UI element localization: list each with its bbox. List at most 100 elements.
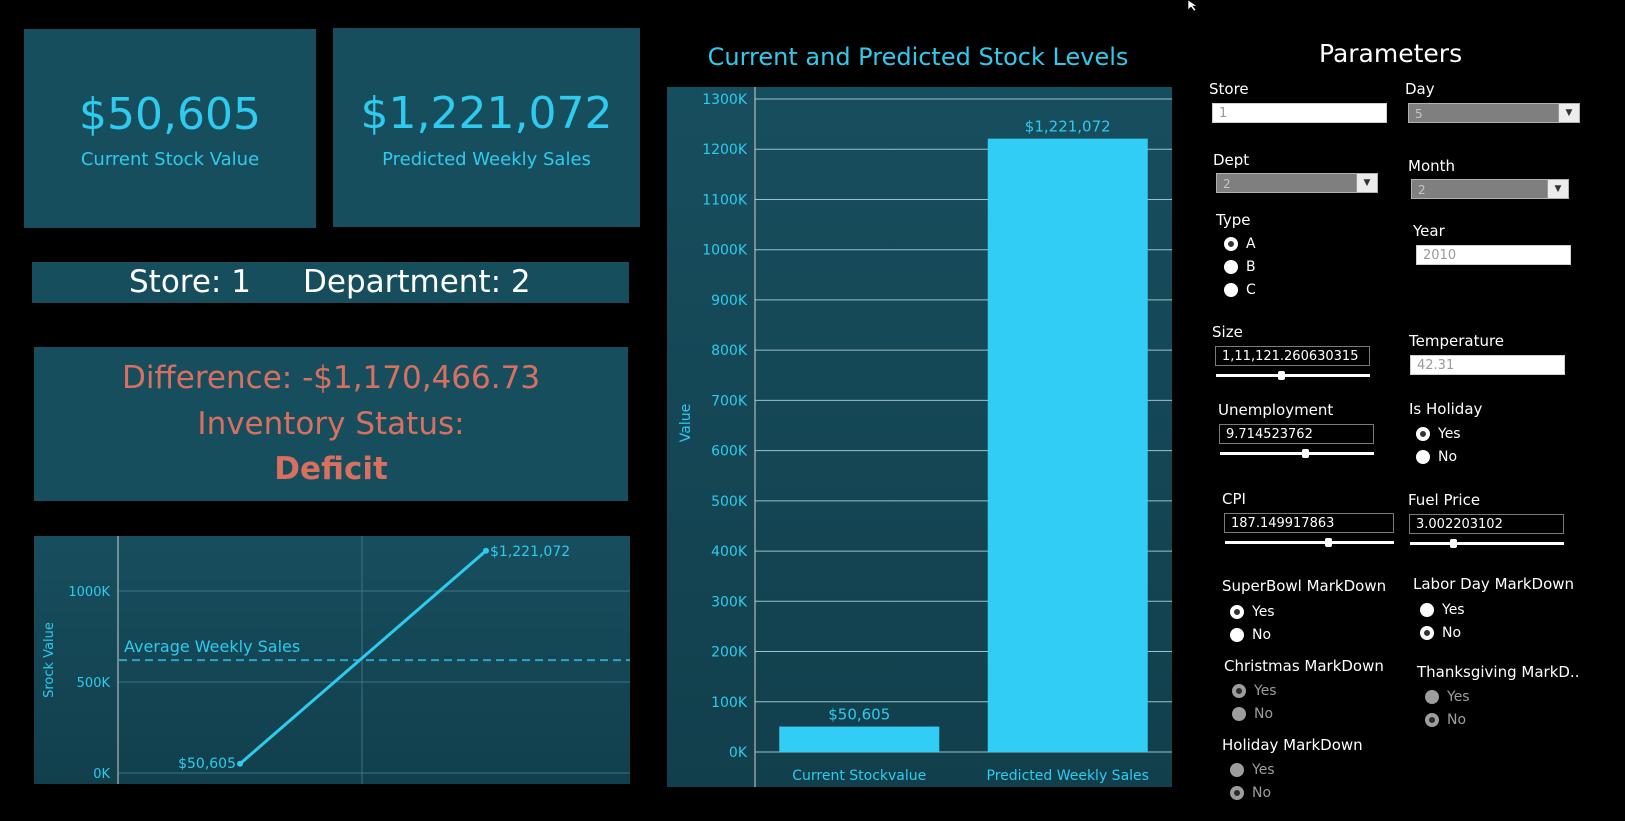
holiday-no-label: No: [1252, 785, 1272, 801]
size-slider[interactable]: [1216, 371, 1370, 380]
type-a-radio[interactable]: [1224, 237, 1238, 251]
bar-chart-title: Current and Predicted Stock Levels: [707, 43, 1129, 71]
cpi-param-label: CPI: [1222, 490, 1246, 508]
y-tick-label: 100K: [711, 695, 748, 711]
y-tick-label: 0K: [93, 767, 110, 782]
thanksgiving-label: Thanksgiving MarkD..: [1417, 663, 1580, 681]
current-stock-value: $50,605: [79, 89, 261, 140]
size-slider-handle[interactable]: [1277, 371, 1285, 380]
unemployment-param-label: Unemployment: [1218, 401, 1334, 419]
unemployment-slider[interactable]: [1220, 449, 1374, 458]
holiday-no-radio[interactable]: [1230, 786, 1244, 800]
y-tick-label: 900K: [711, 293, 748, 309]
year-param-input[interactable]: 2010: [1416, 245, 1571, 265]
is-holiday-yes-radio[interactable]: [1416, 427, 1430, 441]
superbowl-yes-label: Yes: [1252, 604, 1275, 620]
unemployment-slider-handle[interactable]: [1301, 449, 1309, 458]
holiday-markdown-label: Holiday MarkDown: [1222, 736, 1363, 754]
data-label: $1,221,072: [490, 544, 570, 560]
temperature-param-input[interactable]: 42.31: [1410, 355, 1565, 375]
parameters-title: Parameters: [1319, 39, 1463, 68]
inventory-status-value: Deficit: [274, 451, 388, 487]
holiday-yes-radio[interactable]: [1230, 763, 1244, 777]
day-param-value: 5: [1415, 107, 1423, 121]
christmas-yes-radio[interactable]: [1232, 684, 1246, 698]
bar: [987, 138, 1148, 753]
labor-day-no-radio[interactable]: [1420, 626, 1434, 640]
chevron-down-icon: ▼: [1558, 104, 1579, 122]
labor-day-yes-radio[interactable]: [1420, 603, 1434, 617]
dept-param-select[interactable]: 2 ▼: [1216, 173, 1378, 193]
x-tick-label: Predicted Weekly Sales: [987, 768, 1149, 784]
y-tick-label: 1300K: [702, 92, 748, 108]
reference-line-label: Average Weekly Sales: [124, 637, 300, 656]
fuel-price-slider-handle[interactable]: [1450, 539, 1458, 548]
y-axis-title: Srock Value: [42, 622, 57, 698]
superbowl-yes-radio[interactable]: [1230, 605, 1244, 619]
holiday-yes-label: Yes: [1252, 762, 1275, 778]
christmas-no-label: No: [1254, 706, 1274, 722]
labor-day-no-label: No: [1442, 625, 1462, 641]
y-tick-label: 0K: [729, 745, 748, 761]
data-label: $50,605: [828, 706, 890, 724]
y-tick-label: 500K: [77, 676, 111, 691]
month-param-value: 2: [1418, 183, 1426, 197]
fuel-price-slider[interactable]: [1410, 539, 1564, 548]
store-department-banner: Store: 1 Department: 2: [32, 262, 629, 303]
cpi-param-input[interactable]: 187.149917863: [1224, 513, 1394, 533]
y-tick-label: 1000K: [68, 585, 110, 600]
predicted-sales-label: Predicted Weekly Sales: [382, 149, 591, 170]
size-param-input[interactable]: 1,11,121.260630315: [1215, 346, 1370, 366]
christmas-no-radio[interactable]: [1232, 707, 1246, 721]
difference-panel: Difference: -$1,170,466.73 Inventory Sta…: [34, 347, 628, 501]
y-axis-title: Value: [678, 404, 694, 442]
day-param-label: Day: [1405, 80, 1435, 98]
type-a-label: A: [1246, 236, 1256, 252]
christmas-yes-label: Yes: [1254, 683, 1277, 699]
y-tick-label: 1200K: [702, 142, 748, 158]
type-b-radio[interactable]: [1224, 260, 1238, 274]
day-param-select[interactable]: 5 ▼: [1408, 103, 1580, 123]
y-tick-label: 500K: [711, 494, 748, 510]
size-param-label: Size: [1212, 323, 1243, 341]
year-param-label: Year: [1413, 222, 1445, 240]
store-param-input[interactable]: 1: [1212, 103, 1387, 123]
superbowl-no-label: No: [1252, 627, 1272, 643]
x-tick-label: Current Stockvalue: [792, 768, 926, 784]
temperature-param-label: Temperature: [1409, 332, 1505, 350]
type-param-label: Type: [1216, 211, 1251, 229]
is-holiday-label: Is Holiday: [1409, 400, 1483, 418]
labor-day-yes-label: Yes: [1442, 602, 1465, 618]
data-label: $1,221,072: [1025, 118, 1111, 136]
dept-param-label: Dept: [1213, 151, 1250, 169]
thanksgiving-yes-radio[interactable]: [1425, 690, 1439, 704]
predicted-sales-card: $1,221,072 Predicted Weekly Sales: [333, 28, 640, 227]
difference-text: Difference: -$1,170,466.73: [121, 360, 541, 396]
unemployment-param-input[interactable]: 9.714523762: [1219, 424, 1374, 444]
current-stock-label: Current Stock Value: [80, 149, 260, 170]
is-holiday-no-radio[interactable]: [1416, 450, 1430, 464]
stock-bar-chart: 0K 100K 200K 300K 400K 500K 600K 700K 800K 900K 10…: [667, 87, 1172, 787]
thanksgiving-no-radio[interactable]: [1425, 713, 1439, 727]
superbowl-no-radio[interactable]: [1230, 628, 1244, 642]
christmas-label: Christmas MarkDown: [1224, 657, 1384, 675]
cpi-slider-handle[interactable]: [1325, 538, 1333, 547]
superbowl-label: SuperBowl MarkDown: [1222, 577, 1387, 595]
thanksgiving-yes-label: Yes: [1447, 689, 1470, 705]
type-c-radio[interactable]: [1224, 283, 1238, 297]
is-holiday-yes-label: Yes: [1438, 426, 1461, 442]
cpi-slider[interactable]: [1225, 538, 1394, 547]
chevron-down-icon: ▼: [1356, 174, 1377, 192]
y-tick-label: 300K: [711, 594, 748, 610]
y-tick-label: 1100K: [702, 192, 748, 208]
y-tick-label: 700K: [711, 393, 748, 409]
month-param-label: Month: [1408, 157, 1456, 175]
type-b-label: B: [1246, 259, 1256, 275]
data-point: [237, 760, 243, 767]
type-c-label: C: [1246, 282, 1256, 298]
month-param-select[interactable]: 2 ▼: [1411, 179, 1569, 199]
data-point: [483, 547, 489, 554]
fuel-price-input[interactable]: 3.002203102: [1409, 514, 1564, 534]
chevron-down-icon: ▼: [1547, 180, 1568, 198]
labor-day-label: Labor Day MarkDown: [1413, 575, 1575, 593]
